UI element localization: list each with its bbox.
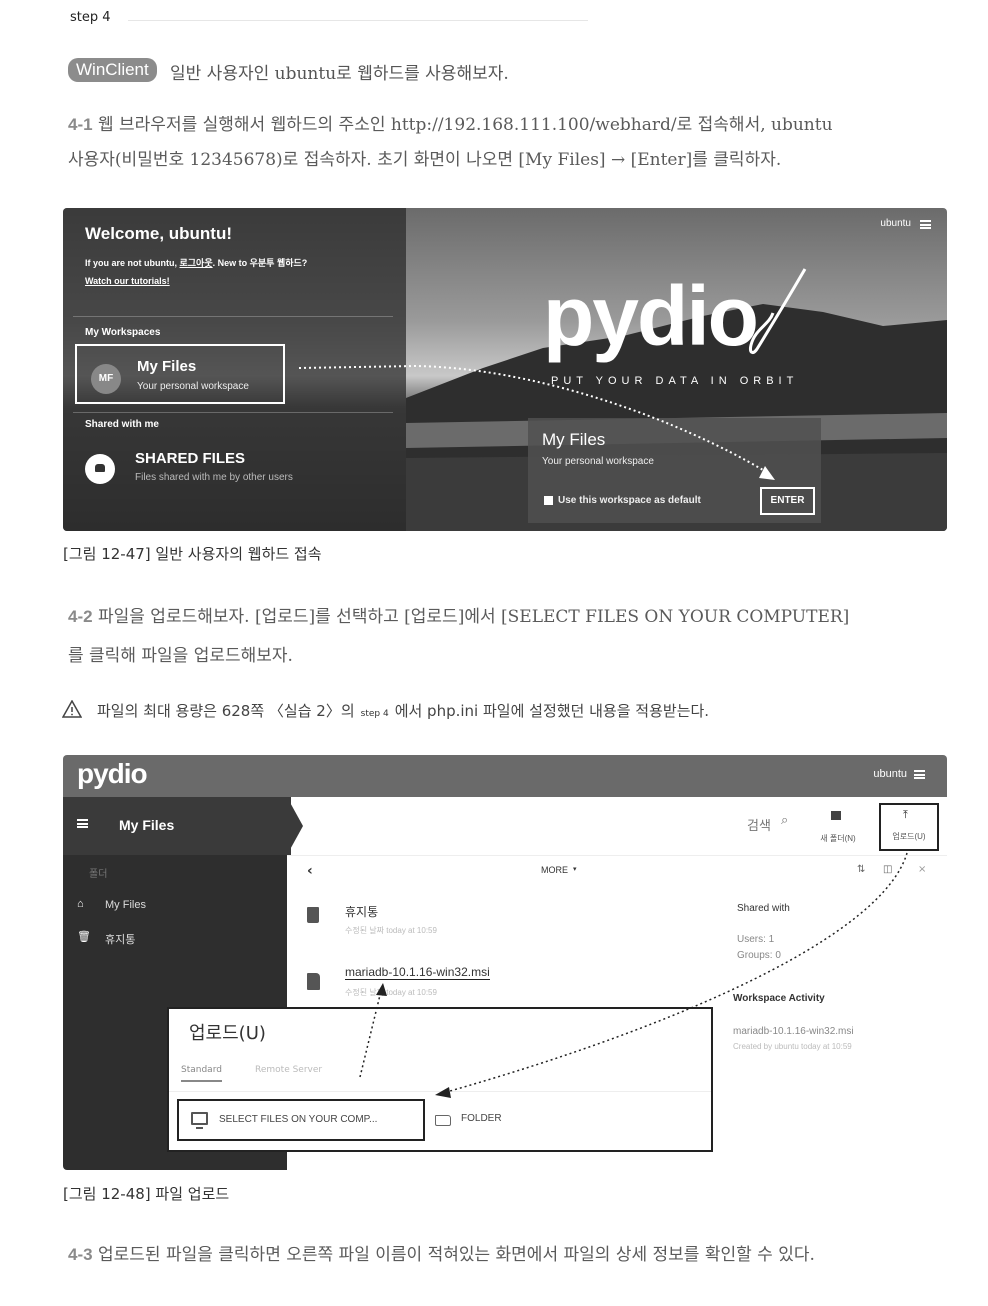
intro-text: 일반 사용자인 ubuntu로 웹하드를 사용해보자. — [170, 64, 509, 84]
step-4-1-line1: 4-1 웹 브라우저를 실행해서 웹하드의 주소인 http://192.168… — [68, 108, 833, 142]
warning-after: 에서 php.ini 파일에 설정했던 내용을 적용받는다. — [394, 702, 710, 720]
step-divider — [128, 20, 588, 21]
step-text: 업로드된 파일을 클릭하면 오른쪽 파일 이름이 적혀있는 화면에서 파일의 상… — [97, 1245, 815, 1265]
step-label: step 4 — [70, 10, 111, 25]
winclient-badge: WinClient — [68, 58, 157, 82]
step-4-1-line2: 사용자(비밀번호 12345678)로 접속하자. 초기 화면이 나오면 [My… — [68, 150, 782, 170]
warning-text: 파일의 최대 용량은 628쪽 〈실습 2〉의 step 4 에서 php.ini … — [97, 700, 709, 721]
pydio-welcome-screenshot: Welcome, ubuntu! If you are not ubuntu, … — [63, 208, 947, 531]
dotted-arrow — [298, 364, 775, 480]
step-number: 4-2 — [68, 607, 93, 626]
warning-before: 파일의 최대 용량은 628쪽 〈실습 2〉의 — [97, 702, 355, 720]
dotted-arrows — [359, 852, 908, 1098]
step-number: 4-1 — [68, 115, 93, 134]
step-4-2-line1: 4-2 파일을 업로드해보자. [업로드]를 선택하고 [업로드]에서 [SEL… — [68, 600, 849, 634]
step-reference: step 4 — [360, 709, 389, 719]
figure-caption: [그림 12-47] 일반 사용자의 웹하드 접속 — [63, 545, 322, 563]
pydio-upload-screenshot: pydio ubuntu My Files 폴더 ⌂ My Files 🗑 휴지… — [63, 755, 947, 1170]
warning-icon — [62, 700, 82, 718]
step-text: 웹 브라우저를 실행해서 웹하드의 주소인 http://192.168.111… — [97, 115, 833, 135]
step-4-2-line2: 를 클릭해 파일을 업로드해보자. — [68, 646, 293, 666]
figure-caption: [그림 12-48] 파일 업로드 — [63, 1185, 230, 1203]
step-number: 4-3 — [68, 1245, 93, 1264]
step-text: 파일을 업로드해보자. [업로드]를 선택하고 [업로드]에서 [SELECT … — [97, 607, 850, 627]
step-4-3-line1: 4-3 업로드된 파일을 클릭하면 오른쪽 파일 이름이 적혀있는 화면에서 파… — [68, 1238, 815, 1272]
